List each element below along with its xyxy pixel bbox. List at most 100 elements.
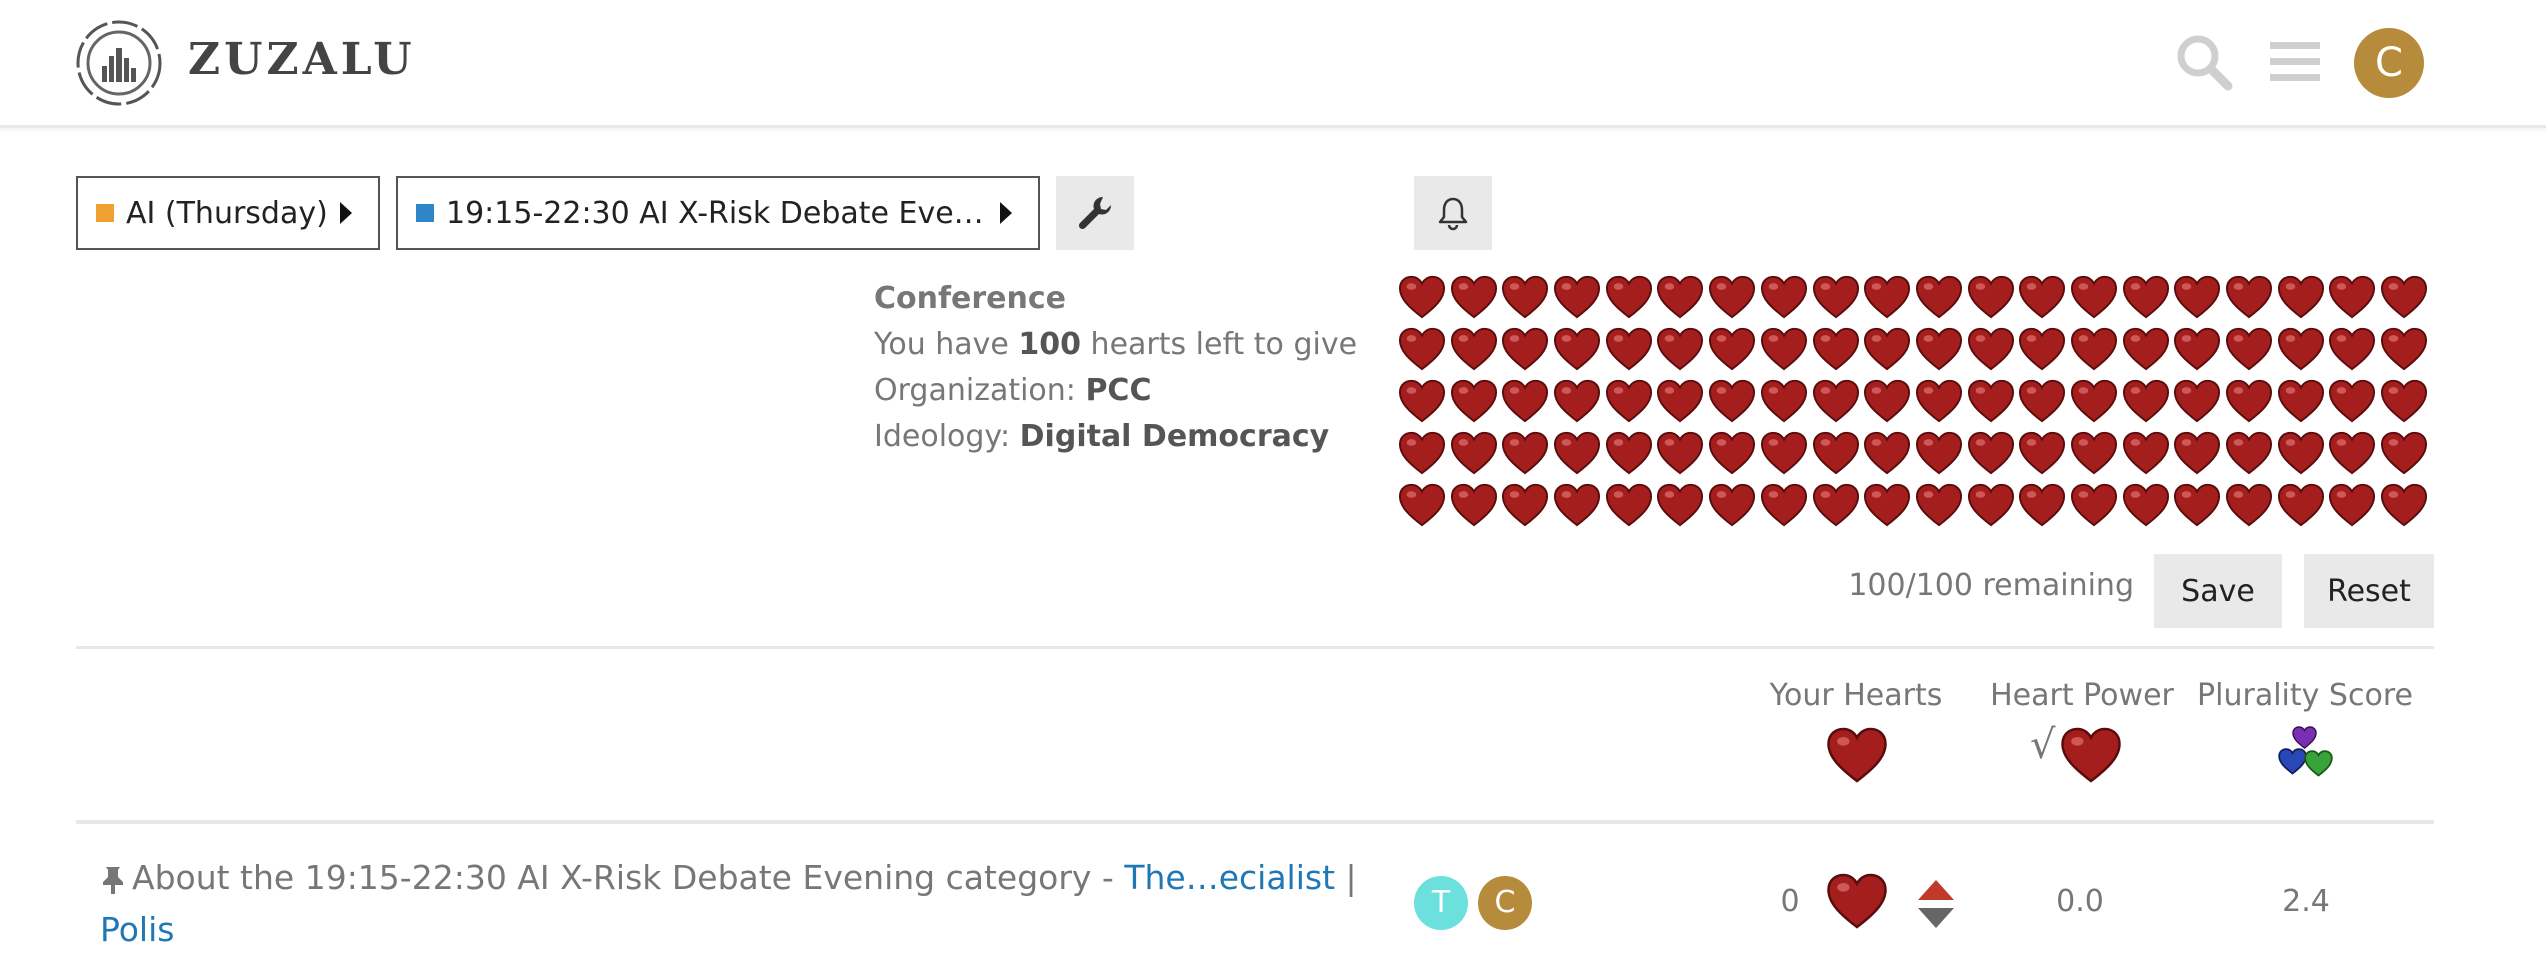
heart-icon[interactable] bbox=[1553, 326, 1601, 372]
heart-icon[interactable] bbox=[1398, 326, 1446, 372]
heart-icon[interactable] bbox=[1812, 378, 1860, 424]
heart-icon[interactable] bbox=[2122, 482, 2170, 528]
category-dropdown[interactable]: AI (Thursday) bbox=[76, 176, 380, 250]
heart-icon[interactable] bbox=[1812, 274, 1860, 320]
heart-icon[interactable] bbox=[1501, 430, 1549, 476]
heart-icon[interactable] bbox=[1450, 274, 1498, 320]
heart-icon[interactable] bbox=[1553, 430, 1601, 476]
heart-icon[interactable] bbox=[1450, 430, 1498, 476]
heart-icon[interactable] bbox=[2122, 326, 2170, 372]
heart-icon[interactable] bbox=[1967, 430, 2015, 476]
heart-icon[interactable] bbox=[1605, 378, 1653, 424]
heart-icon[interactable] bbox=[1553, 378, 1601, 424]
heart-icon[interactable] bbox=[2018, 482, 2066, 528]
heart-icon[interactable] bbox=[2380, 326, 2428, 372]
up-down-arrows-icon[interactable] bbox=[1914, 876, 1958, 932]
heart-icon[interactable] bbox=[2277, 482, 2325, 528]
heart-icon[interactable] bbox=[1398, 430, 1446, 476]
heart-icon[interactable] bbox=[2070, 482, 2118, 528]
heart-icon[interactable] bbox=[2277, 378, 2325, 424]
heart-icon[interactable] bbox=[2070, 378, 2118, 424]
heart-icon[interactable] bbox=[2018, 378, 2066, 424]
heart-icon[interactable] bbox=[1760, 378, 1808, 424]
heart-icon[interactable] bbox=[1863, 482, 1911, 528]
heart-icon[interactable] bbox=[2018, 326, 2066, 372]
poster-avatar[interactable]: T bbox=[1414, 876, 1468, 930]
heart-icon[interactable] bbox=[1863, 326, 1911, 372]
user-avatar[interactable]: C bbox=[2354, 28, 2424, 98]
poster-avatar[interactable]: C bbox=[1478, 876, 1532, 930]
reset-button[interactable]: Reset bbox=[2304, 554, 2434, 628]
topic-tag-polis-link[interactable]: Polis bbox=[100, 910, 174, 949]
heart-icon[interactable] bbox=[1760, 274, 1808, 320]
notifications-button[interactable] bbox=[1414, 176, 1492, 250]
heart-icon[interactable] bbox=[1656, 274, 1704, 320]
heart-icon[interactable] bbox=[1605, 326, 1653, 372]
heart-icon[interactable] bbox=[1708, 430, 1756, 476]
heart-icon[interactable] bbox=[1760, 430, 1808, 476]
heart-icon[interactable] bbox=[1553, 274, 1601, 320]
heart-icon[interactable] bbox=[2173, 378, 2221, 424]
heart-icon[interactable] bbox=[1863, 378, 1911, 424]
heart-icon[interactable] bbox=[2173, 326, 2221, 372]
heart-icon[interactable] bbox=[1501, 482, 1549, 528]
heart-icon[interactable] bbox=[2328, 430, 2376, 476]
heart-icon[interactable] bbox=[1812, 326, 1860, 372]
heart-icon[interactable] bbox=[1398, 274, 1446, 320]
heart-icon[interactable] bbox=[1915, 274, 1963, 320]
heart-icon[interactable] bbox=[1656, 378, 1704, 424]
heart-icon[interactable] bbox=[2277, 430, 2325, 476]
hamburger-menu-icon[interactable] bbox=[2264, 30, 2328, 94]
heart-icon[interactable] bbox=[1760, 326, 1808, 372]
heart-icon[interactable] bbox=[2070, 274, 2118, 320]
save-button[interactable]: Save bbox=[2154, 554, 2282, 628]
plurality-score-header[interactable]: Plurality Score bbox=[2196, 678, 2414, 713]
heart-icon[interactable] bbox=[2380, 274, 2428, 320]
heart-icon[interactable] bbox=[2173, 274, 2221, 320]
heart-icon[interactable] bbox=[1501, 326, 1549, 372]
heart-icon[interactable] bbox=[1450, 482, 1498, 528]
subcategory-dropdown[interactable]: 19:15-22:30 AI X-Risk Debate Eve… bbox=[396, 176, 1040, 250]
heart-icon[interactable] bbox=[2380, 378, 2428, 424]
heart-icon[interactable] bbox=[2018, 274, 2066, 320]
heart-icon[interactable] bbox=[1501, 274, 1549, 320]
heart-icon[interactable] bbox=[1708, 274, 1756, 320]
heart-icon[interactable] bbox=[1915, 378, 1963, 424]
heart-icon[interactable] bbox=[1915, 430, 1963, 476]
category-settings-button[interactable] bbox=[1056, 176, 1134, 250]
heart-icon[interactable] bbox=[2328, 482, 2376, 528]
heart-icon[interactable] bbox=[2225, 274, 2273, 320]
heart-icon[interactable] bbox=[1967, 326, 2015, 372]
heart-icon[interactable] bbox=[2328, 274, 2376, 320]
heart-icon[interactable] bbox=[2277, 326, 2325, 372]
zuzalu-logo-icon[interactable] bbox=[74, 18, 164, 108]
heart-icon[interactable] bbox=[1812, 430, 1860, 476]
heart-icon[interactable] bbox=[1656, 430, 1704, 476]
heart-icon[interactable] bbox=[1398, 482, 1446, 528]
heart-icon[interactable] bbox=[2225, 378, 2273, 424]
heart-icon[interactable] bbox=[2173, 430, 2221, 476]
heart-icon[interactable] bbox=[1967, 482, 2015, 528]
your-hearts-header[interactable]: Your Hearts bbox=[1768, 678, 1944, 713]
heart-icon[interactable] bbox=[2225, 482, 2273, 528]
heart-icon[interactable] bbox=[1501, 378, 1549, 424]
heart-icon[interactable] bbox=[1656, 482, 1704, 528]
heart-icon[interactable] bbox=[1450, 378, 1498, 424]
heart-icon[interactable] bbox=[1605, 274, 1653, 320]
heart-icon[interactable] bbox=[1656, 326, 1704, 372]
heart-icon[interactable] bbox=[2380, 430, 2428, 476]
heart-icon[interactable] bbox=[1708, 482, 1756, 528]
heart-icon[interactable] bbox=[2070, 326, 2118, 372]
heart-icon[interactable] bbox=[1553, 482, 1601, 528]
heart-icon[interactable] bbox=[2122, 430, 2170, 476]
heart-icon[interactable] bbox=[2122, 274, 2170, 320]
heart-icon[interactable] bbox=[1708, 378, 1756, 424]
heart-icon[interactable] bbox=[2018, 430, 2066, 476]
heart-icon[interactable] bbox=[1915, 482, 1963, 528]
heart-icon[interactable] bbox=[1398, 378, 1446, 424]
give-heart-icon[interactable] bbox=[1826, 872, 1888, 930]
heart-icon[interactable] bbox=[1812, 482, 1860, 528]
heart-icon[interactable] bbox=[1605, 482, 1653, 528]
heart-icon[interactable] bbox=[1863, 430, 1911, 476]
brand-name[interactable]: ZUZALU bbox=[188, 34, 416, 85]
